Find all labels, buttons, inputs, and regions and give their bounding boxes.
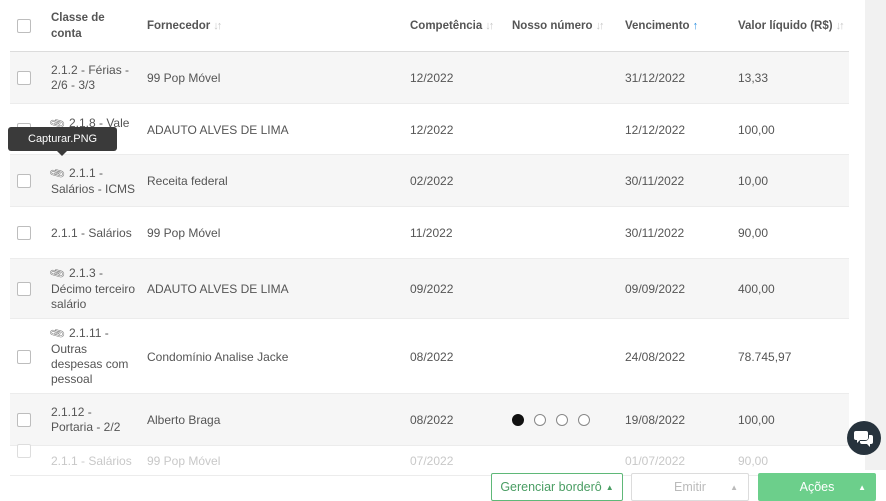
row-checkbox[interactable] xyxy=(17,71,31,85)
valor-cell: 78.745,97 xyxy=(738,349,792,364)
arrow-up-icon[interactable]: ↑ xyxy=(693,20,699,32)
table-row[interactable]: 📎︎ 2.1.3 - Décimo terceiro salário ADAUTO… xyxy=(10,259,849,319)
acoes-button[interactable]: Ações ▲ xyxy=(758,473,876,501)
loading-dot xyxy=(512,414,524,426)
chat-button[interactable] xyxy=(847,421,881,455)
row-checkbox[interactable] xyxy=(17,413,31,427)
loading-dot xyxy=(556,414,568,426)
table-header: Classe de conta Fornecedor ↓↑ Competência… xyxy=(10,0,849,52)
attachment-tooltip: Capturar.PNG xyxy=(8,127,118,156)
classe-cell: 📎︎ 2.1.1 - Salários - ICMS xyxy=(48,164,136,196)
column-header-fornecedor[interactable]: Fornecedor ↓↑ xyxy=(147,20,222,32)
scrollbar[interactable] xyxy=(865,0,886,470)
table-row[interactable]: 📎︎ 2.1.11 - Outras despesas com pessoal C… xyxy=(10,319,849,394)
competencia-cell: 09/2022 xyxy=(410,282,454,296)
column-header-classe[interactable]: Classe de conta xyxy=(51,10,121,42)
gerenciar-bordero-button[interactable]: Gerenciar borderô ▲ xyxy=(491,473,623,501)
table-row[interactable]: 2.1.12 - Portaria - 2/2 Alberto Braga 08… xyxy=(10,394,849,446)
vencimento-cell: 31/12/2022 xyxy=(625,71,686,85)
caret-up-icon: ▲ xyxy=(858,482,866,492)
loading-dot xyxy=(578,414,590,426)
select-all-checkbox[interactable] xyxy=(17,19,31,33)
fornecedor-cell: Receita federal xyxy=(147,174,228,188)
loading-dots xyxy=(512,414,590,426)
fornecedor-cell: Alberto Braga xyxy=(147,413,221,427)
caret-up-icon: ▲ xyxy=(605,482,614,492)
valor-cell: 400,00 xyxy=(738,282,775,296)
valor-cell: 10,00 xyxy=(738,174,769,188)
fornecedor-cell: ADAUTO ALVES DE LIMA xyxy=(147,122,289,137)
table-row[interactable]: 📎︎ 2.1.8 - Vale ADAUTO ALVES DE LIMA 12/2… xyxy=(10,104,849,155)
caret-up-icon: ▲ xyxy=(730,482,738,492)
valor-cell: 100,00 xyxy=(738,122,775,137)
emitir-button[interactable]: Emitir ▲ xyxy=(631,473,749,501)
competencia-cell: 12/2022 xyxy=(410,122,454,137)
row-checkbox[interactable] xyxy=(17,226,31,240)
vencimento-cell: 19/08/2022 xyxy=(625,413,686,427)
vencimento-cell: 30/11/2022 xyxy=(625,174,685,188)
column-header-vencimento[interactable]: Vencimento ↑ xyxy=(625,20,698,32)
valor-cell: 100,00 xyxy=(738,413,775,427)
classe-cell: 2.1.2 - Férias - 2/6 - 3/3 xyxy=(51,63,130,92)
sort-arrows-icon[interactable]: ↓↑ xyxy=(596,20,605,32)
competencia-cell: 07/2022 xyxy=(410,454,454,468)
competencia-cell: 08/2022 xyxy=(410,413,454,427)
valor-cell: 90,00 xyxy=(738,226,769,240)
fornecedor-cell: ADAUTO ALVES DE LIMA xyxy=(147,282,289,296)
classe-cell: 📎︎ 2.1.11 - Outras despesas com pessoal xyxy=(48,325,129,386)
classe-cell: 2.1.1 - Salários xyxy=(51,225,132,240)
fornecedor-cell: Condomínio Analise Jacke xyxy=(147,349,289,364)
row-checkbox[interactable] xyxy=(17,174,31,188)
sort-arrows-icon[interactable]: ↓↑ xyxy=(485,20,494,32)
column-header-nosso-numero[interactable]: Nosso número ↓↑ xyxy=(512,20,605,32)
action-bar: Gerenciar borderô ▲ Emitir ▲ Ações ▲ xyxy=(0,470,886,501)
fornecedor-cell: 99 Pop Móvel xyxy=(147,71,221,85)
sort-arrows-icon[interactable]: ↓↑ xyxy=(836,20,845,32)
valor-cell: 90,00 xyxy=(738,454,769,468)
column-header-competencia[interactable]: Competência ↓↑ xyxy=(410,20,494,32)
row-checkbox[interactable] xyxy=(17,282,31,296)
vencimento-cell: 30/11/2022 xyxy=(625,226,685,240)
chat-bubbles-icon xyxy=(854,431,873,447)
competencia-cell: 11/2022 xyxy=(410,226,453,240)
bills-table: Classe de conta Fornecedor ↓↑ Competência… xyxy=(10,0,849,476)
fornecedor-cell: 99 Pop Móvel xyxy=(147,226,221,240)
table-row[interactable]: 📎︎ 2.1.1 - Salários - ICMS Receita federa… xyxy=(10,155,849,207)
vencimento-cell: 12/12/2022 xyxy=(625,122,686,137)
vencimento-cell: 24/08/2022 xyxy=(625,349,686,364)
classe-cell: 📎︎ 2.1.3 - Décimo terceiro salário xyxy=(48,265,136,311)
classe-cell: 2.1.12 - Portaria - 2/2 xyxy=(51,405,121,434)
valor-cell: 13,33 xyxy=(738,71,769,85)
competencia-cell: 08/2022 xyxy=(410,349,454,364)
table-row[interactable]: 2.1.2 - Férias - 2/6 - 3/3 99 Pop Móvel … xyxy=(10,52,849,104)
fornecedor-cell: 99 Pop Móvel xyxy=(147,454,221,468)
sort-arrows-icon[interactable]: ↓↑ xyxy=(213,20,222,32)
row-checkbox[interactable] xyxy=(17,444,31,458)
loading-dot xyxy=(534,414,546,426)
competencia-cell: 02/2022 xyxy=(410,174,454,188)
classe-cell: 2.1.1 - Salários xyxy=(51,453,132,468)
table-row[interactable]: 2.1.1 - Salários 99 Pop Móvel 11/2022 30… xyxy=(10,207,849,259)
vencimento-cell: 01/07/2022 xyxy=(625,454,686,468)
row-checkbox[interactable] xyxy=(17,349,31,364)
competencia-cell: 12/2022 xyxy=(410,71,454,85)
vencimento-cell: 09/09/2022 xyxy=(625,282,686,296)
column-header-valor[interactable]: Valor líquido (R$) ↓↑ xyxy=(738,20,845,32)
